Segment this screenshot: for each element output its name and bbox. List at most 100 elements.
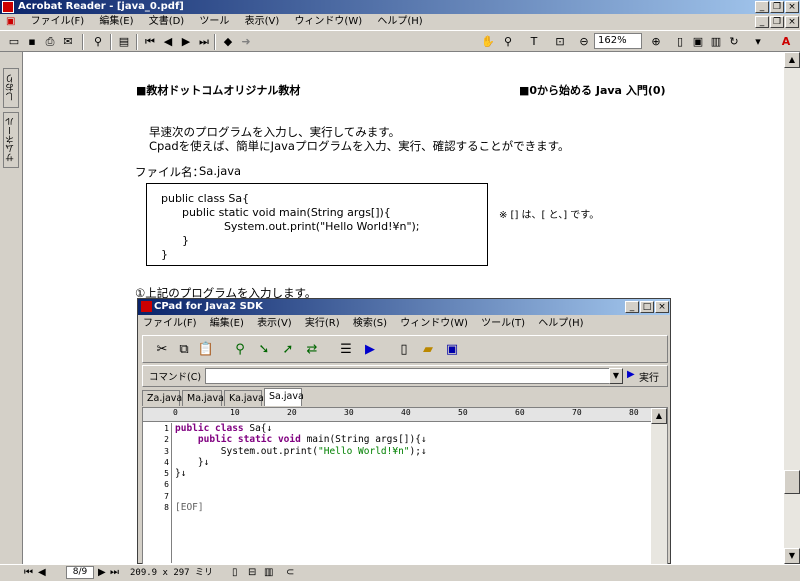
menu-help[interactable]: ヘルプ(H) <box>371 16 428 27</box>
column-select-icon[interactable]: ⊡ <box>552 34 568 50</box>
save-icon[interactable]: ▪ <box>24 34 40 50</box>
code-text: main(String args[]){↓ <box>300 434 427 446</box>
zoom-out-icon[interactable]: ⊖ <box>576 34 592 50</box>
zoom-tool-icon[interactable]: ⚲ <box>500 34 516 50</box>
doc-minimize-button[interactable]: _ <box>755 16 769 28</box>
status-next-page-icon[interactable]: ▶ <box>98 565 106 581</box>
status-prev-page-icon[interactable]: ◀ <box>38 565 46 581</box>
cpad-titlebar: CPad for Java2 SDK <box>138 299 670 315</box>
cpad-menu-window[interactable]: ウィンドウ(W) <box>395 318 473 329</box>
new-file-icon[interactable]: ▯ <box>393 339 415 361</box>
cpad-app-icon <box>141 301 152 312</box>
options-icon[interactable]: ▾ <box>750 34 766 50</box>
command-input[interactable] <box>205 368 623 384</box>
search-next-icon[interactable]: ➘ <box>253 339 275 361</box>
tab-thumbnails[interactable]: サムネール <box>3 112 19 168</box>
first-page-icon[interactable]: ⏮ <box>142 34 158 50</box>
scroll-down-icon[interactable]: ▼ <box>784 548 800 564</box>
eof-marker: [EOF] <box>175 502 204 514</box>
menu-tools[interactable]: ツール <box>193 16 235 27</box>
cpad-maximize-button[interactable]: □ <box>640 301 654 313</box>
last-page-icon[interactable]: ⏭ <box>196 34 212 50</box>
editor-line-3: System.out.print("Hello World!¥n");↓ <box>175 446 645 457</box>
save-disk-icon[interactable]: ▣ <box>441 339 463 361</box>
cpad-menu-edit[interactable]: 編集(E) <box>205 318 249 329</box>
status-first-page-icon[interactable]: ⏮ <box>24 565 33 581</box>
search-icon[interactable]: ⚲ <box>229 339 251 361</box>
replace-icon[interactable]: ⇄ <box>301 339 323 361</box>
toolbar-separator <box>136 34 138 50</box>
actual-size-icon[interactable]: ▯ <box>672 34 688 50</box>
cpad-close-button[interactable]: × <box>655 301 669 313</box>
cpad-menu-file[interactable]: ファイル(F) <box>138 318 202 329</box>
run-arrow-icon[interactable]: ▶ <box>627 369 635 380</box>
search-prev-icon[interactable]: ➚ <box>277 339 299 361</box>
open-folder-icon[interactable]: ▰ <box>417 339 439 361</box>
ruler-tick: 10 <box>230 408 240 417</box>
editor-line-2: public static void main(String args[]){↓ <box>175 434 645 445</box>
find-icon[interactable]: ⚲ <box>90 34 106 50</box>
tab-sa-java[interactable]: Sa.java <box>264 388 304 406</box>
zoom-field[interactable]: 162% <box>594 33 642 49</box>
go-forward-icon[interactable]: ➜ <box>238 34 254 50</box>
open-icon[interactable]: ▭ <box>6 34 22 50</box>
menu-view[interactable]: 表示(V) <box>239 16 286 27</box>
editor-scroll-up-icon[interactable]: ▲ <box>651 408 667 424</box>
minimize-button[interactable]: _ <box>755 1 769 13</box>
tab-bookmarks[interactable]: しおり <box>3 68 19 108</box>
single-page-icon[interactable]: ▯ <box>232 565 238 581</box>
code-editor[interactable]: 0 10 20 30 40 50 60 70 80 1 2 3 4 5 6 7 … <box>142 407 668 565</box>
scroll-thumb[interactable] <box>784 470 800 494</box>
navigation-pane-icon[interactable]: ▤ <box>116 34 132 50</box>
editor-scrollbar[interactable]: ▲ <box>651 408 667 564</box>
tab-za-java[interactable]: Za.java <box>142 390 182 406</box>
cpad-menu-tools[interactable]: ツール(T) <box>476 318 530 329</box>
menu-document[interactable]: 文書(D) <box>143 16 191 27</box>
menu-window[interactable]: ウィンドウ(W) <box>288 16 368 27</box>
doc-restore-button[interactable]: ❐ <box>770 16 784 28</box>
ruler-tick: 40 <box>401 408 411 417</box>
menu-edit[interactable]: 編集(E) <box>93 16 139 27</box>
run-button[interactable]: 実行 <box>639 369 659 384</box>
cpad-menu-run[interactable]: 実行(R) <box>300 318 345 329</box>
doc-close-button[interactable]: × <box>785 16 799 28</box>
zoom-in-icon[interactable]: ⊕ <box>648 34 664 50</box>
line-number: 8 <box>164 503 169 513</box>
hand-tool-icon[interactable]: ✋ <box>480 34 496 50</box>
tab-ka-java[interactable]: Ka.java <box>224 390 264 406</box>
compile-icon[interactable]: ☰ <box>335 339 357 361</box>
continuous-icon[interactable]: ⊟ <box>248 565 256 581</box>
cpad-menu-help[interactable]: ヘルプ(H) <box>533 318 588 329</box>
tab-ma-java[interactable]: Ma.java <box>182 390 224 406</box>
paste-icon[interactable]: 📋 <box>195 339 217 361</box>
cpad-menu-view[interactable]: 表示(V) <box>252 318 297 329</box>
status-last-page-icon[interactable]: ⏭ <box>110 565 119 581</box>
restore-button[interactable]: ❐ <box>770 1 784 13</box>
prev-page-icon[interactable]: ◀ <box>160 34 176 50</box>
scroll-up-icon[interactable]: ▲ <box>784 52 800 68</box>
fit-width-icon[interactable]: ▥ <box>708 34 724 50</box>
cut-icon[interactable]: ✂ <box>151 339 173 361</box>
keyword: public static void <box>175 434 301 446</box>
cpad-minimize-button[interactable]: _ <box>625 301 639 313</box>
print-icon[interactable]: ⎙ <box>42 34 58 50</box>
page-number-field[interactable]: 8/9 <box>66 566 94 579</box>
acrobat-icon <box>2 1 14 13</box>
rotate-icon[interactable]: ↻ <box>726 34 742 50</box>
line-number: 3 <box>164 446 169 456</box>
go-back-icon[interactable]: ◆ <box>220 34 236 50</box>
email-icon[interactable]: ✉ <box>60 34 76 50</box>
run-icon[interactable]: ▶ <box>359 339 381 361</box>
menu-file[interactable]: ファイル(F) <box>25 16 91 27</box>
close-button[interactable]: × <box>785 1 799 13</box>
fit-page-icon[interactable]: ▣ <box>690 34 706 50</box>
command-dropdown-icon[interactable]: ▼ <box>609 368 623 384</box>
page-size: 209.9 x 297 ミリ <box>130 568 214 578</box>
facing-icon[interactable]: ▥ <box>264 565 273 581</box>
cpad-menu-search[interactable]: 検索(S) <box>348 318 392 329</box>
link-icon[interactable]: ⊂ <box>286 565 294 581</box>
copy-icon[interactable]: ⧉ <box>173 339 195 361</box>
text-select-icon[interactable]: T <box>526 34 542 50</box>
next-page-icon[interactable]: ▶ <box>178 34 194 50</box>
file-label: ファイル名： <box>135 165 204 179</box>
